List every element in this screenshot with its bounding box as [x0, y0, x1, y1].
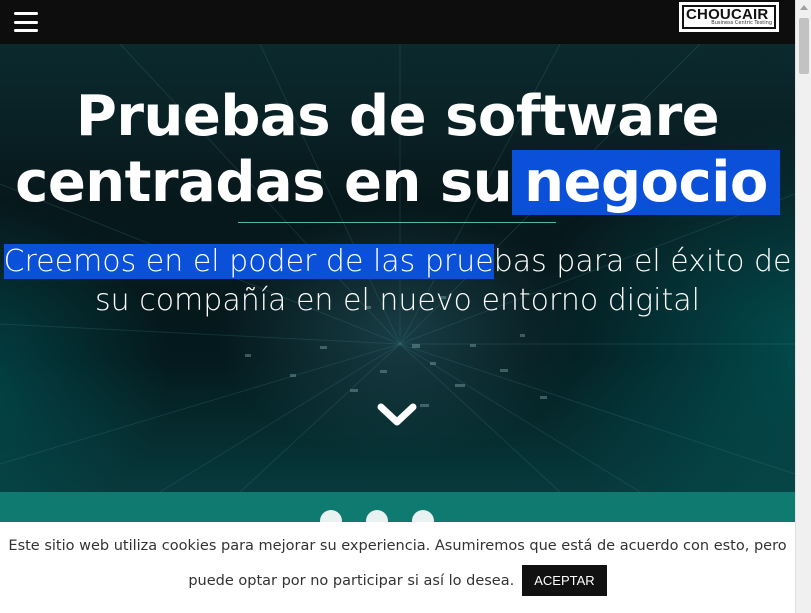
hero-title-plain: centradas en su [15, 150, 513, 215]
hero-title-highlight: negocio [512, 150, 780, 215]
hero-title-line-2: centradas en su negocio [0, 150, 795, 216]
hamburger-icon[interactable] [14, 12, 38, 32]
scrollbar-thumb[interactable] [799, 18, 809, 74]
hero-title-line-1: Pruebas de software [75, 84, 720, 149]
scroll-up-arrow-icon[interactable] [800, 5, 808, 10]
hero-subtitle-line-2: su compañía en el nuevo entorno digital [95, 283, 700, 318]
cookie-message-line-1: Este sitio web utiliza cookies para mejo… [8, 538, 787, 554]
top-navigation-bar: CHOUCAIR Business Centric Testing [0, 0, 795, 44]
hero-section: Pruebas de software centradas en su negoc… [0, 44, 795, 492]
hero-subtitle-highlight: Creemos en el poder de las prue [3, 244, 494, 279]
hero-divider [238, 222, 556, 223]
page-scrollbar[interactable] [795, 0, 811, 613]
logo-tagline: Business Centric Testing [711, 20, 772, 26]
cookie-banner: Este sitio web utiliza cookies para mejo… [0, 522, 795, 613]
hero-subtitle-line-1: Creemos en el poder de las pruebas para … [0, 242, 795, 281]
hero-subtitle: Creemos en el poder de las pruebas para … [0, 242, 795, 320]
cookie-message-line-2: puede optar por no participar si así lo … [188, 572, 515, 589]
cookie-row-2: puede optar por no participar si así lo … [0, 565, 795, 596]
chevron-down-icon[interactable] [376, 400, 418, 430]
accept-cookies-button[interactable]: ACEPTAR [522, 565, 607, 596]
choucair-logo[interactable]: CHOUCAIR Business Centric Testing [679, 2, 779, 32]
hero-subtitle-rest: bas para el éxito de [493, 244, 792, 279]
hero-title: Pruebas de software centradas en su negoc… [0, 84, 795, 216]
